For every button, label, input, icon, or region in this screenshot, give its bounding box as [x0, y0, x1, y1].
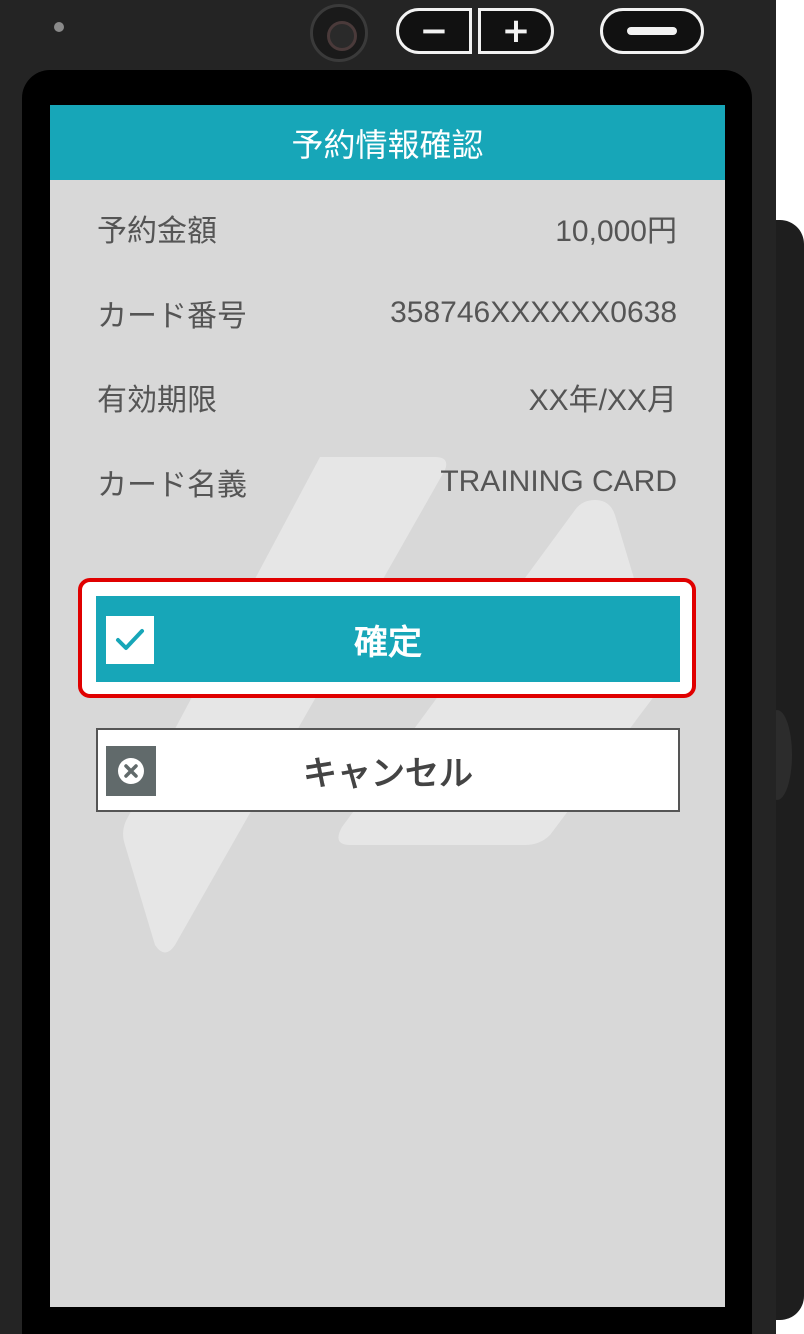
detail-label: 予約金額: [97, 214, 217, 249]
cancel-button-label: キャンセル: [303, 753, 473, 794]
confirm-button[interactable]: 確定: [96, 596, 680, 682]
detail-label: カード番号: [97, 299, 247, 334]
hardware-menu-button[interactable]: [600, 8, 704, 54]
menu-bar-icon: [627, 27, 677, 35]
detail-value: TRAINING CARD: [440, 465, 677, 498]
watermark-logo: [123, 457, 661, 953]
checkmark-icon: [106, 616, 154, 664]
hardware-plus-button[interactable]: +: [478, 8, 554, 54]
detail-label: 有効期限: [97, 383, 217, 418]
device-top-bar: − +: [0, 0, 776, 70]
detail-value: 10,000円: [555, 215, 677, 248]
hardware-minus-button[interactable]: −: [396, 8, 472, 54]
detail-row-expiry: 有効期限 XX年/XX月: [97, 377, 677, 418]
detail-label: カード名義: [97, 468, 247, 503]
payment-terminal: − + 予約情報確認 予約金額 10,000円 カード番号 358746XXXX…: [0, 0, 804, 1334]
close-circle-icon: [106, 746, 156, 796]
detail-value: 358746XXXXXX0638: [390, 296, 677, 329]
camera-lens: [310, 4, 368, 62]
minus-label: −: [419, 11, 449, 51]
plus-label: +: [501, 11, 531, 51]
confirm-button-label: 確定: [354, 622, 422, 663]
screen: 予約情報確認 予約金額 10,000円 カード番号 358746XXXXXX06…: [50, 105, 725, 1307]
detail-row-card-number: カード番号 358746XXXXXX0638: [97, 293, 677, 334]
indicator-led: [54, 22, 64, 32]
watermark-shape-back: [123, 457, 447, 953]
detail-row-card-holder: カード名義 TRAINING CARD: [97, 462, 677, 503]
detail-value: XX年/XX月: [528, 384, 677, 417]
detail-row-amount: 予約金額 10,000円: [97, 208, 677, 249]
page-title: 予約情報確認: [291, 125, 484, 164]
screen-header: 予約情報確認: [50, 105, 725, 180]
cancel-button[interactable]: キャンセル: [96, 728, 680, 812]
